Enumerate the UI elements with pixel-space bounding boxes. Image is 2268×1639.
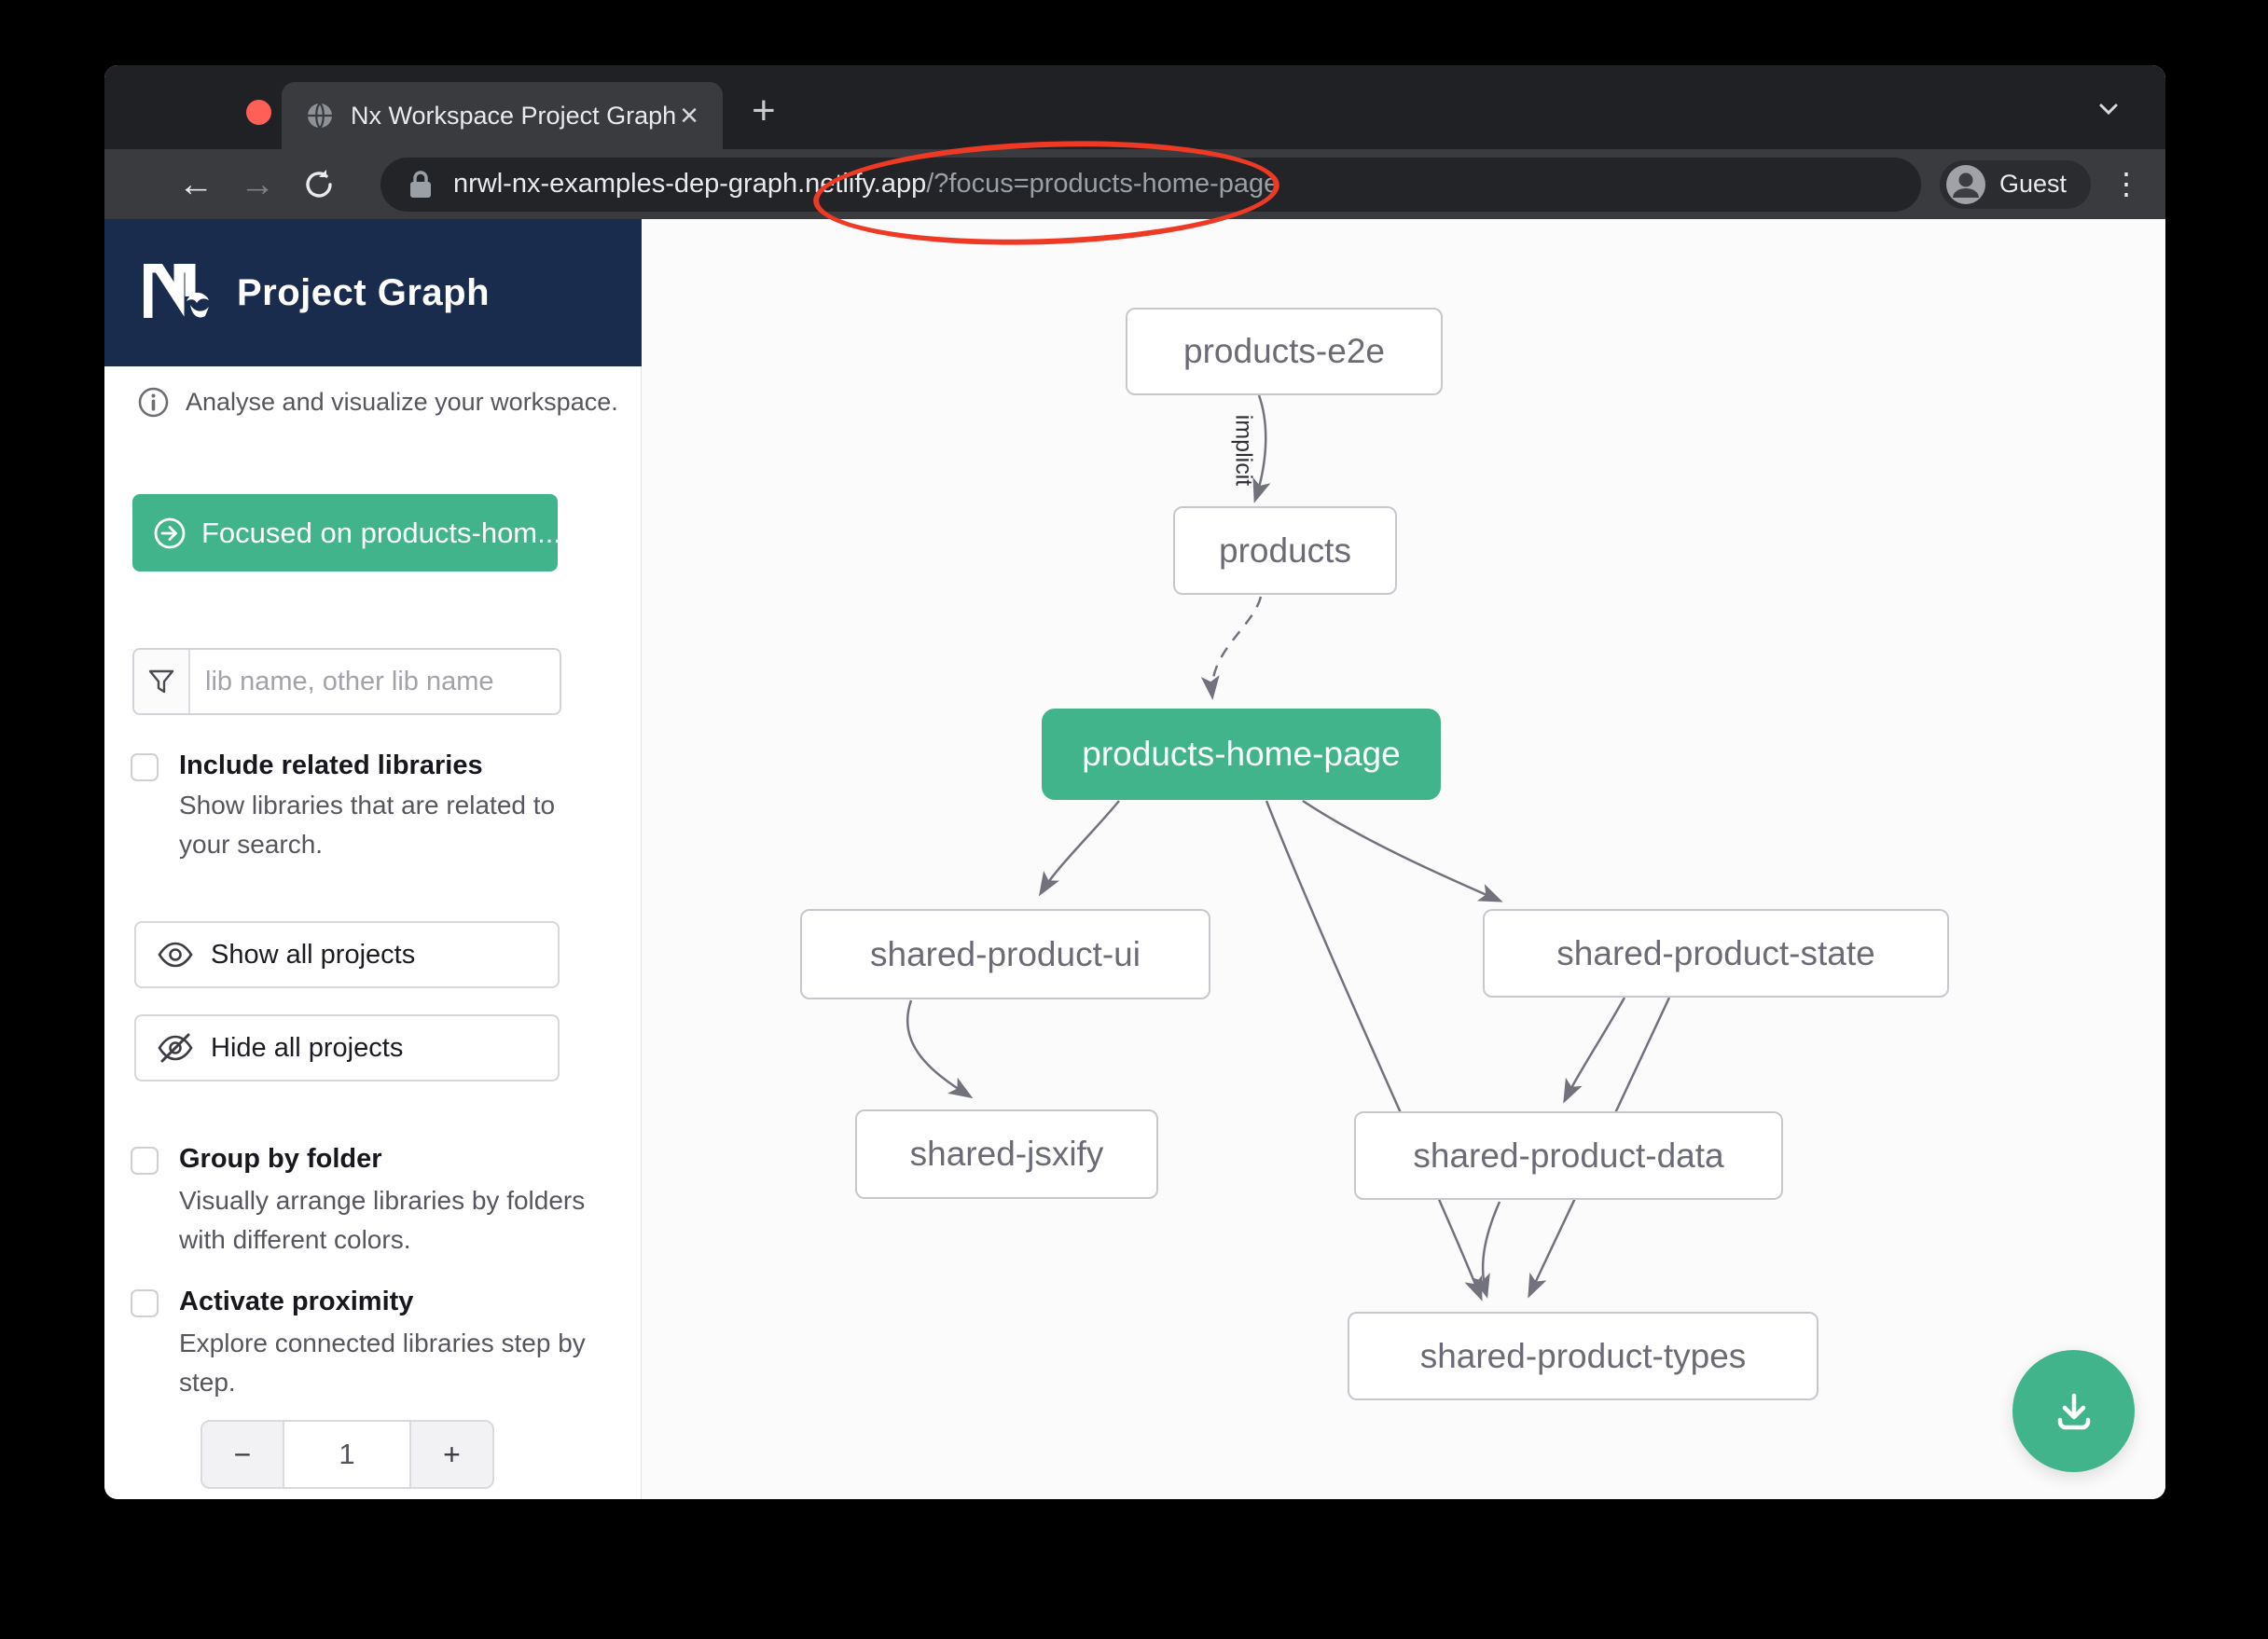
proximity-stepper: − 1 + [201,1420,494,1489]
download-graph-button[interactable] [2012,1350,2135,1472]
show-all-projects-label: Show all projects [211,940,415,971]
tagline: Analyse and visualize your workspace. [138,387,618,418]
activate-proximity-label: Activate proximity [179,1287,413,1317]
filter-box [132,648,561,715]
browser-menu-icon[interactable]: ⋮ [2111,175,2141,193]
activate-proximity-checkbox[interactable] [131,1289,159,1317]
graph-node-shared-product-types[interactable]: shared-product-types [1348,1312,1819,1400]
stepper-decrement-button[interactable]: − [202,1422,284,1487]
include-related-checkbox[interactable] [131,753,159,781]
close-window-button[interactable] [246,100,271,125]
close-tab-icon[interactable]: × [676,100,702,131]
hide-all-projects-label: Hide all projects [211,1033,403,1064]
chevron-down-icon[interactable] [2093,93,2124,125]
info-icon [138,387,169,418]
hide-all-projects-button[interactable]: Hide all projects [134,1014,560,1081]
url-text[interactable]: nrwl-nx-examples-dep-graph.netlify.app/?… [453,169,1279,200]
graph-node-shared-product-state[interactable]: shared-product-state [1483,909,1949,998]
activate-proximity-description: Explore connected libraries step by step… [179,1324,599,1402]
show-all-projects-button[interactable]: Show all projects [134,921,560,988]
page-title: Project Graph [237,272,490,314]
arrow-circle-icon [153,516,187,550]
lock-icon [408,170,433,200]
filter-icon [134,650,190,713]
graph-node-shared-product-ui[interactable]: shared-product-ui [800,909,1210,999]
forward-button[interactable]: → [233,167,282,202]
graph-node-shared-jsxify[interactable]: shared-jsxify [855,1109,1158,1199]
focused-on-button[interactable]: Focused on products-hom... [132,494,558,572]
profile-label: Guest [1999,170,2067,199]
tab-strip: Nx Workspace Project Graph × + [104,65,2165,149]
nx-logo [144,264,213,322]
group-by-folder-label: Group by folder [179,1144,382,1175]
focused-on-label: Focused on products-hom... [201,516,561,550]
graph-node-products[interactable]: products [1173,506,1397,595]
group-by-folder-checkbox[interactable] [131,1147,159,1175]
sidebar-header: Project Graph [104,219,642,366]
address-bar[interactable]: nrwl-nx-examples-dep-graph.netlify.app/?… [380,158,1921,212]
graph-node-shared-product-data[interactable]: shared-product-data [1354,1111,1783,1200]
graph-canvas[interactable] [642,219,2165,1499]
graph-node-products-e2e[interactable]: products-e2e [1126,308,1443,395]
avatar-icon [1945,164,1986,205]
tagline-text: Analyse and visualize your workspace. [186,388,618,417]
profile-button[interactable]: Guest [1940,160,2091,209]
stepper-value: 1 [284,1422,409,1487]
graph-node-products-home-page[interactable]: products-home-page [1042,709,1441,800]
filter-input[interactable] [190,650,561,713]
stepper-increment-button[interactable]: + [409,1422,492,1487]
url-domain: nrwl-nx-examples-dep-graph.netlify.app [453,169,926,199]
browser-tab[interactable]: Nx Workspace Project Graph × [282,82,723,149]
new-tab-button[interactable]: + [752,88,776,134]
url-path: /?focus=products-home-page [926,169,1279,199]
browser-toolbar: ← → nrwl-nx-examples-dep-graph.netlify.a… [104,149,2165,219]
eye-icon [157,936,194,973]
include-related-label: Include related libraries [179,751,483,781]
eye-off-icon [157,1029,194,1067]
reload-button[interactable] [295,166,343,203]
globe-icon [306,102,334,130]
include-related-description: Show libraries that are related to your … [179,786,599,864]
back-button[interactable]: ← [172,167,220,202]
sidebar: Project Graph Analyse and visualize your… [104,219,642,1499]
group-by-folder-description: Visually arrange libraries by folders wi… [179,1181,599,1260]
download-icon [2049,1386,2099,1437]
tab-title: Nx Workspace Project Graph [351,102,676,131]
